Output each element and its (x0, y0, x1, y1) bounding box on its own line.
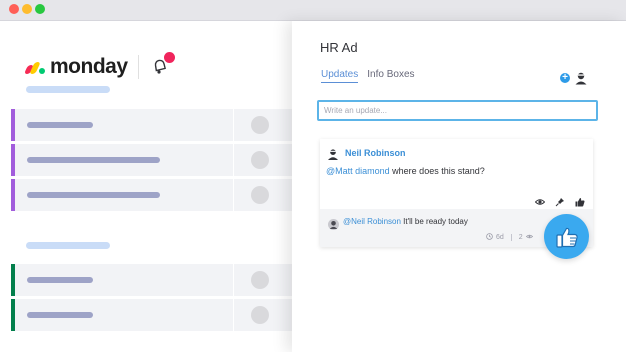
reply-age: 6d (496, 234, 504, 241)
reply-mention-link[interactable]: @Neil Robinson (343, 217, 401, 226)
person-avatar-placeholder[interactable] (251, 186, 269, 204)
minimize-window-button[interactable] (22, 4, 32, 14)
cell-divider (233, 179, 234, 211)
logo-text: monday (50, 55, 128, 78)
group-color-bar (11, 299, 15, 331)
cell-divider (233, 264, 234, 296)
views-eye-icon (525, 233, 533, 242)
like-thumb-icon[interactable] (575, 194, 585, 207)
cell-divider (233, 299, 234, 331)
pin-icon[interactable] (555, 194, 565, 207)
group-color-bar (11, 264, 15, 296)
group-title-placeholder (26, 242, 110, 249)
group-color-bar (11, 144, 15, 176)
like-thumbs-up-icon[interactable] (544, 214, 589, 259)
person-avatar-placeholder[interactable] (251, 306, 269, 324)
window-titlebar (0, 0, 626, 21)
item-name-placeholder (27, 157, 160, 163)
cell-divider (233, 109, 234, 141)
meta-divider (510, 234, 512, 241)
item-name-placeholder (27, 277, 93, 283)
item-name-placeholder (27, 312, 93, 318)
clock-icon (486, 233, 493, 242)
group-color-bar (11, 179, 15, 211)
group-title-placeholder (26, 86, 110, 93)
item-name-placeholder (27, 192, 160, 198)
post-actions (534, 194, 585, 207)
board-row[interactable] (11, 109, 292, 141)
cell-divider (233, 144, 234, 176)
post-text: where does this stand? (389, 166, 485, 176)
reply-author-avatar-icon[interactable] (328, 217, 339, 230)
person-avatar-placeholder[interactable] (251, 116, 269, 134)
post-body: @Matt diamond where does this stand? (326, 166, 485, 176)
monday-logo[interactable]: monday (23, 55, 128, 79)
group-color-bar (11, 109, 15, 141)
post-author-name[interactable]: Neil Robinson (345, 148, 406, 158)
write-update-input[interactable]: Write an update... (317, 100, 598, 121)
reply-meta: 6d 2 (486, 233, 533, 242)
panel-tabs: Updates Info Boxes (321, 69, 424, 83)
board-row[interactable] (11, 179, 292, 211)
item-updates-panel: HR Ad Updates Info Boxes + Write an upda… (292, 21, 626, 352)
board-area: monday (0, 21, 292, 352)
tab-updates[interactable]: Updates (321, 69, 359, 83)
add-subscriber-plus-icon[interactable]: + (560, 73, 570, 83)
reply-body: @Neil Robinson It'll be ready today (343, 217, 468, 226)
subscriber-avatar-icon[interactable] (574, 71, 588, 85)
close-window-button[interactable] (9, 4, 19, 14)
maximize-window-button[interactable] (35, 4, 45, 14)
item-name-placeholder (27, 122, 93, 128)
header-divider (138, 55, 139, 79)
post-mention-link[interactable]: @Matt diamond (326, 166, 390, 176)
board-row[interactable] (11, 144, 292, 176)
reply-view-count: 2 (518, 234, 523, 241)
person-avatar-placeholder[interactable] (251, 271, 269, 289)
author-avatar-icon[interactable] (327, 147, 339, 160)
seen-eye-icon[interactable] (534, 194, 546, 205)
person-avatar-placeholder[interactable] (251, 151, 269, 169)
reply-text: It'll be ready today (400, 217, 468, 226)
board-row[interactable] (11, 264, 292, 296)
tab-info-boxes[interactable]: Info Boxes (367, 69, 414, 83)
board-row[interactable] (11, 299, 292, 331)
monday-logo-mark-icon (23, 60, 46, 74)
item-title[interactable]: HR Ad (320, 40, 358, 55)
notification-badge (164, 52, 175, 63)
